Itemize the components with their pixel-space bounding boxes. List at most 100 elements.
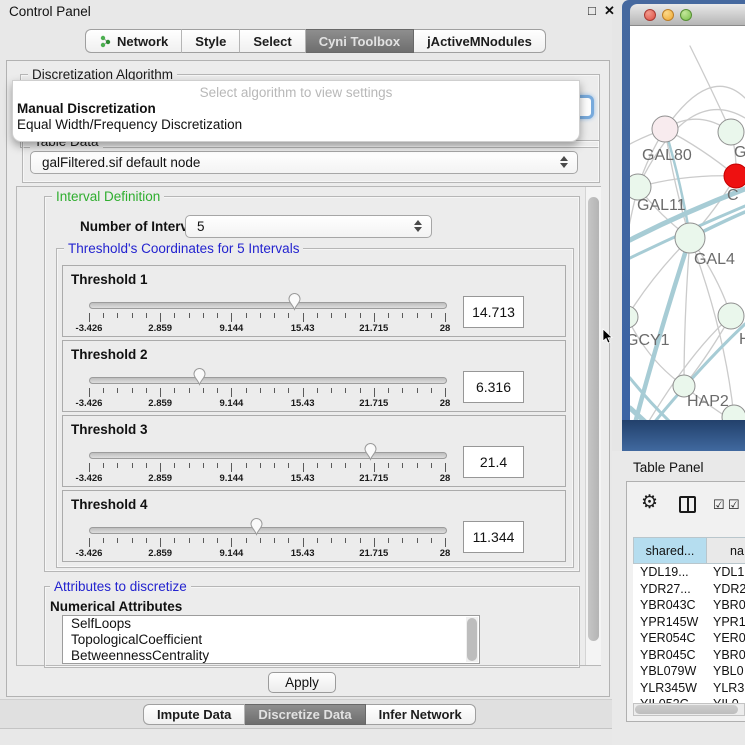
- network-node-label: GAL4: [694, 251, 735, 268]
- tab-cyni-toolbox-label: Cyni Toolbox: [319, 30, 400, 53]
- network-node[interactable]: [652, 116, 678, 142]
- number-of-intervals-value: 5: [197, 219, 205, 234]
- popup-option-manual-discretization[interactable]: Manual Discretization: [13, 101, 579, 117]
- slider-scale-labels: -3.4262.8599.14415.4321.71528: [89, 548, 445, 560]
- table-row[interactable]: YER054CYER0: [633, 630, 745, 647]
- table-row[interactable]: YLR345WYLR3: [633, 680, 745, 697]
- apply-button[interactable]: Apply: [268, 672, 336, 693]
- minimize-traffic-light[interactable]: [662, 9, 674, 21]
- threshold-3-slider-thumb[interactable]: [363, 442, 378, 462]
- threshold-3-panel: Threshold 3 -3.4262.8599.14415.4321.7152…: [62, 415, 566, 487]
- scrollbar-thumb[interactable]: [467, 618, 477, 661]
- control-panel-tabs: Network Style Select Cyni Toolbox jActiv…: [85, 29, 546, 53]
- threshold-2-slider-thumb[interactable]: [192, 367, 207, 387]
- table-data-combo[interactable]: galFiltered.sif default node: [30, 151, 578, 174]
- combo-stepper-icon: [414, 220, 423, 232]
- network-node[interactable]: [630, 306, 638, 328]
- close-icon[interactable]: ✕: [604, 3, 615, 19]
- threshold-4-panel: Threshold 4 -3.4262.8599.14415.4321.7152…: [62, 490, 566, 562]
- split-columns-icon[interactable]: [679, 496, 696, 513]
- tab-style[interactable]: Style: [182, 29, 240, 53]
- threshold-3-label: Threshold 3: [71, 422, 148, 437]
- slider-ticks: [89, 313, 445, 323]
- algorithm-popup: Select algorithm to view settings Manual…: [12, 80, 580, 142]
- network-window-bottom-frame: [622, 420, 745, 451]
- table-row[interactable]: YPR145WYPR1: [633, 614, 745, 631]
- table-row[interactable]: YBR045CYBR0: [633, 647, 745, 664]
- network-icon: [99, 35, 112, 48]
- network-node-label: GCY1: [630, 332, 670, 349]
- close-traffic-light[interactable]: [644, 9, 656, 21]
- network-canvas[interactable]: GAL80GACGAL11GAL4GCY1HHAP2: [630, 26, 745, 420]
- popup-option-equal-width-frequency[interactable]: Equal Width/Frequency Discretization: [13, 117, 579, 133]
- scrollbar-thumb[interactable]: [635, 705, 738, 714]
- tab-infer-network[interactable]: Infer Network: [366, 704, 476, 725]
- threshold-1-value-field[interactable]: 14.713: [463, 296, 524, 328]
- scrollbar-thumb[interactable]: [588, 197, 599, 641]
- table-row[interactable]: YBL079WYBL0: [633, 663, 745, 680]
- table-row[interactable]: YDL19...YDL1: [633, 564, 745, 581]
- combo-stepper-icon: [560, 156, 569, 168]
- column-header-name[interactable]: na: [707, 537, 745, 564]
- table-row[interactable]: YBR043CYBR0: [633, 597, 745, 614]
- network-node-label: HAP2: [687, 393, 729, 410]
- numerical-attribute-item[interactable]: TopologicalCoefficient: [63, 632, 479, 648]
- network-window-titlebar[interactable]: [630, 4, 745, 26]
- threshold-2-slider-track[interactable]: [89, 377, 447, 384]
- control-panel-title: Control Panel: [9, 4, 91, 19]
- numerical-attribute-item[interactable]: SelfLoops: [63, 616, 479, 632]
- algorithm-popup-hint: Select algorithm to view settings: [13, 81, 579, 101]
- network-node[interactable]: [718, 119, 744, 145]
- network-node-label: H: [739, 331, 745, 348]
- table-panel-body: ⚙ ☑ ☑ shared... na YDL19...YDL1YDR27...Y…: [626, 481, 745, 722]
- settings-vertical-scrollbar[interactable]: [585, 187, 601, 665]
- thresholds-group-title: Threshold's Coordinates for 5 Intervals: [64, 241, 303, 256]
- tab-discretize-data[interactable]: Discretize Data: [245, 704, 365, 725]
- table-row[interactable]: YDR27...YDR2: [633, 581, 745, 598]
- table-data-combo-value: galFiltered.sif default node: [42, 155, 200, 170]
- slider-ticks: [89, 388, 445, 398]
- tab-jactivemnodules-label: jActiveMNodules: [427, 30, 532, 53]
- checkbox-icon[interactable]: ☑: [728, 497, 740, 513]
- tab-style-label: Style: [195, 30, 226, 53]
- slider-scale-labels: -3.4262.8599.14415.4321.71528: [89, 398, 445, 410]
- threshold-3-value-field[interactable]: 21.4: [463, 446, 524, 478]
- attributes-list-scrollbar[interactable]: [466, 617, 478, 662]
- threshold-3-slider-track[interactable]: [89, 452, 447, 459]
- column-header-shared-name[interactable]: shared...: [633, 537, 707, 564]
- checkbox-icon[interactable]: ☑: [713, 497, 725, 513]
- numerical-attribute-item[interactable]: BetweennessCentrality: [63, 648, 479, 664]
- tab-jactivemnodules[interactable]: jActiveMNodules: [414, 29, 546, 53]
- bottom-tabs: Impute Data Discretize Data Infer Networ…: [143, 704, 476, 725]
- threshold-4-value-field[interactable]: 11.344: [463, 521, 524, 553]
- threshold-4-slider-thumb[interactable]: [249, 517, 264, 537]
- gear-icon[interactable]: ⚙: [641, 491, 658, 514]
- network-node[interactable]: [718, 303, 744, 329]
- network-node-label: C: [727, 187, 739, 204]
- numerical-attributes-list[interactable]: SelfLoopsTopologicalCoefficientBetweenne…: [62, 615, 480, 664]
- table-horizontal-scrollbar[interactable]: [633, 703, 745, 716]
- tab-select[interactable]: Select: [240, 29, 305, 53]
- tab-discretize-data-label: Discretize Data: [258, 705, 351, 724]
- screen: Control Panel □ ✕ Network Style Select C…: [0, 0, 745, 745]
- table-panel-title: Table Panel: [633, 460, 704, 475]
- threshold-2-label: Threshold 2: [71, 347, 148, 362]
- number-of-intervals-combo[interactable]: 5: [185, 215, 432, 238]
- tab-cyni-toolbox[interactable]: Cyni Toolbox: [306, 29, 414, 53]
- threshold-1-slider-thumb[interactable]: [287, 292, 302, 312]
- float-window-icon[interactable]: □: [588, 3, 596, 18]
- network-node-label: GA: [734, 144, 745, 161]
- threshold-1-slider-track[interactable]: [89, 302, 447, 309]
- threshold-4-slider-track[interactable]: [89, 527, 447, 534]
- control-panel: Control Panel □ ✕ Network Style Select C…: [0, 0, 612, 745]
- table-header: shared... na: [633, 537, 745, 564]
- table-row[interactable]: YIL052CYIL0: [633, 696, 745, 703]
- network-node-label: GAL11: [637, 197, 686, 214]
- network-node[interactable]: [724, 164, 745, 188]
- zoom-traffic-light[interactable]: [680, 9, 692, 21]
- tab-impute-data[interactable]: Impute Data: [143, 704, 245, 725]
- threshold-2-value-field[interactable]: 6.316: [463, 371, 524, 403]
- tab-network[interactable]: Network: [85, 29, 182, 53]
- network-node[interactable]: [675, 223, 705, 253]
- tab-select-label: Select: [253, 30, 291, 53]
